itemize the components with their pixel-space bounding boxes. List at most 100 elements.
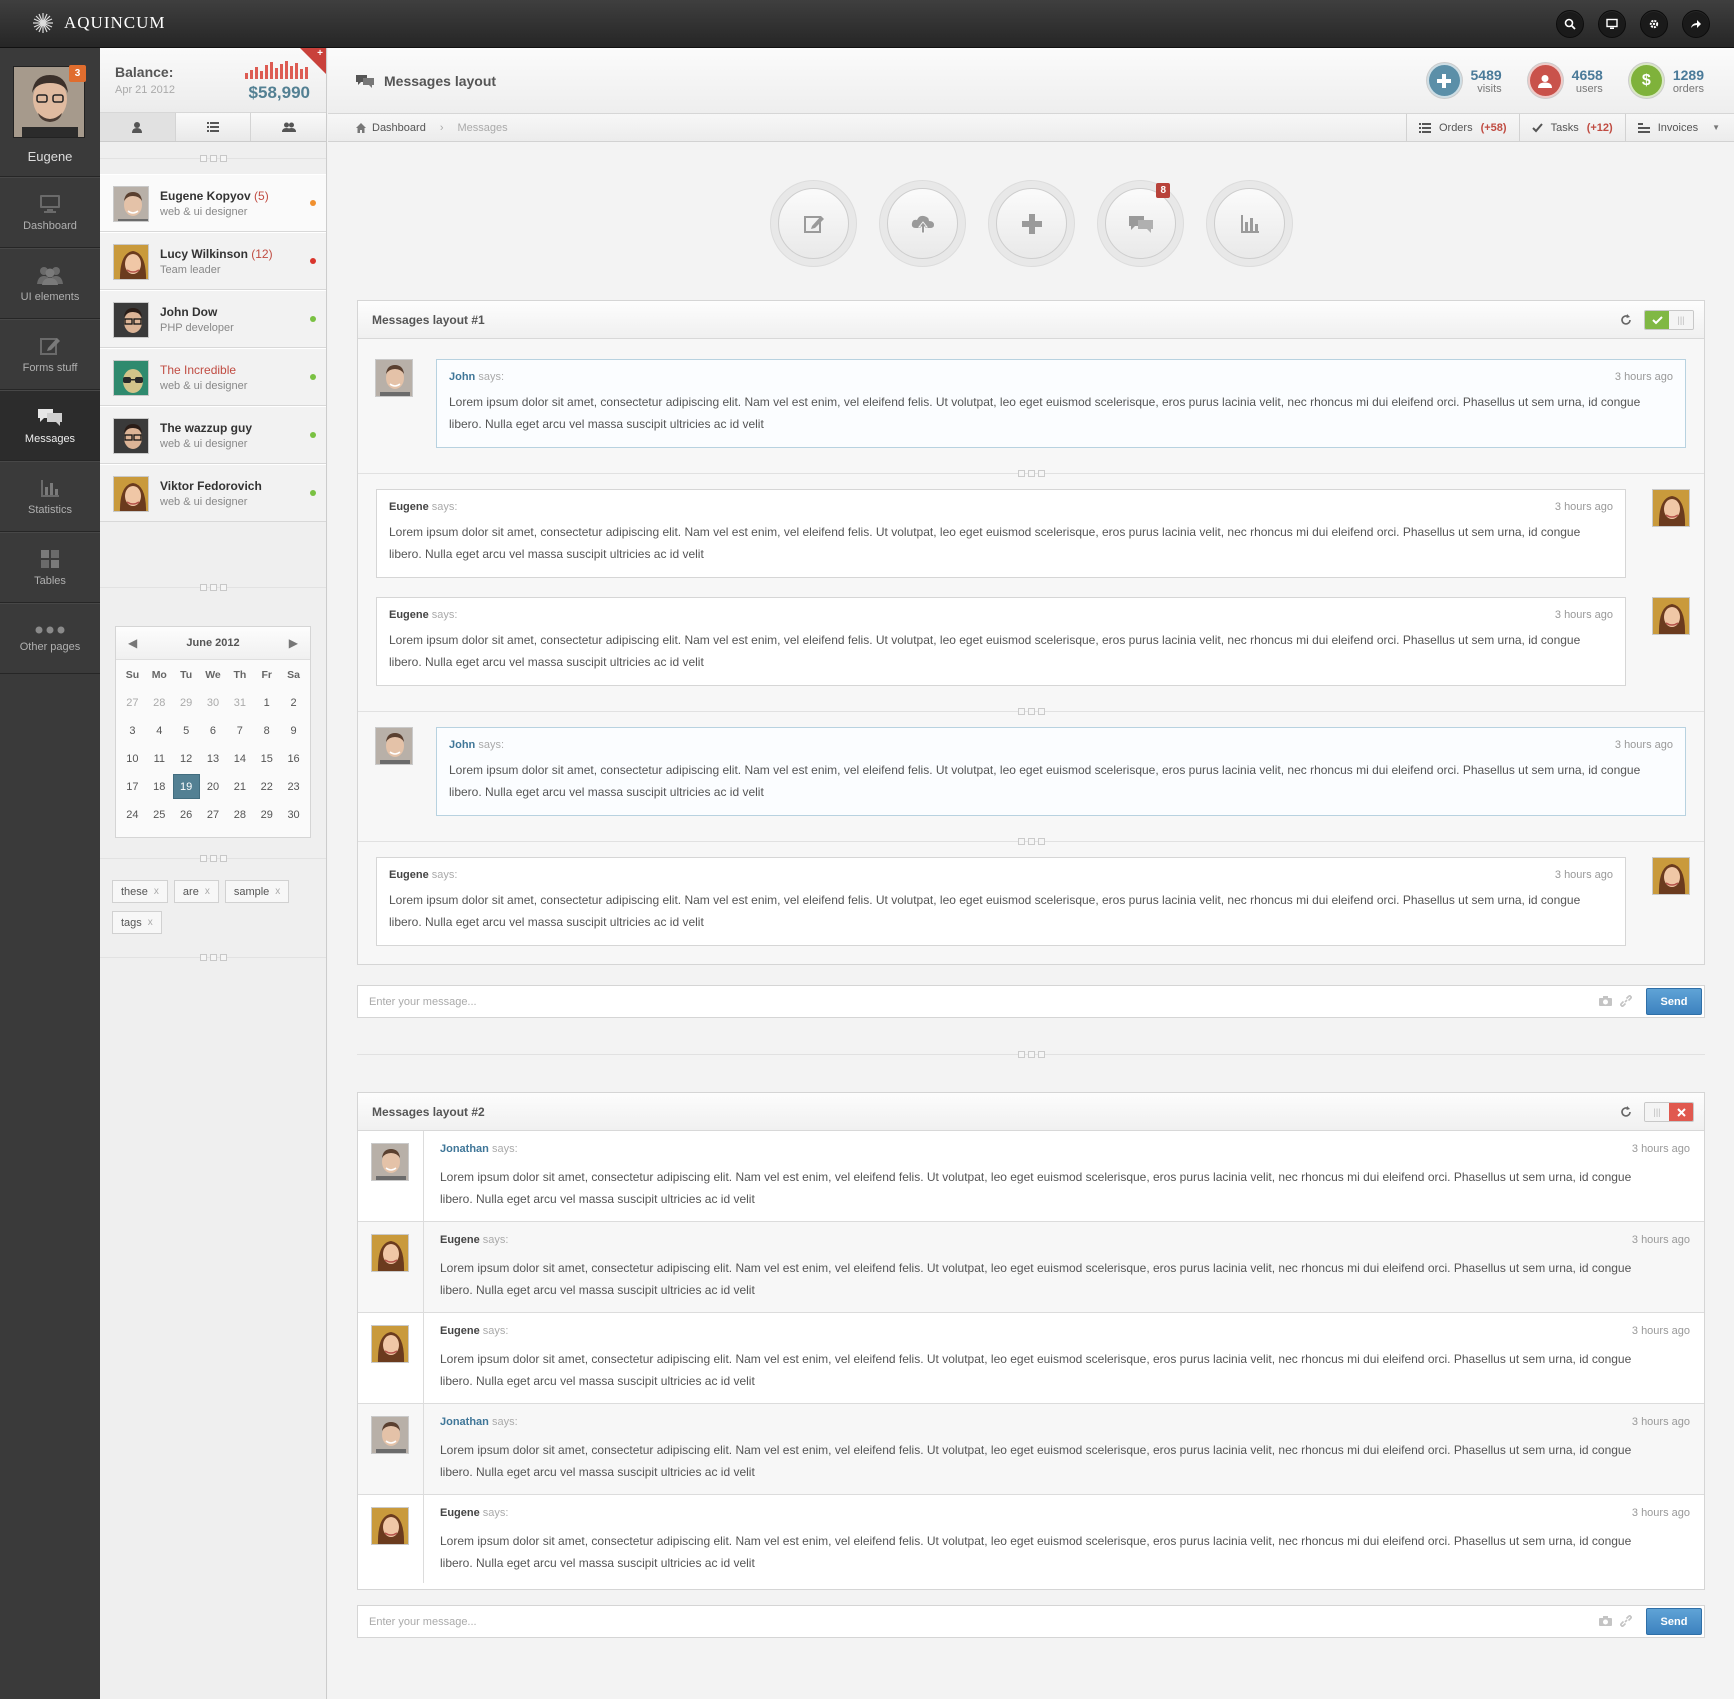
calendar-day[interactable]: 5 <box>173 718 200 743</box>
compose-button[interactable] <box>770 180 857 267</box>
calendar-day[interactable]: 22 <box>253 774 280 799</box>
refresh-icon[interactable] <box>1620 1106 1632 1118</box>
author-name[interactable]: John <box>449 371 475 383</box>
calendar-day[interactable]: 16 <box>280 746 307 771</box>
calendar-day[interactable]: 27 <box>119 690 146 715</box>
author-name[interactable]: Jonathan <box>440 1143 489 1155</box>
calendar-day[interactable]: 7 <box>226 718 253 743</box>
calendar-day[interactable]: 4 <box>146 718 173 743</box>
tab-users[interactable] <box>251 113 326 141</box>
calendar-day[interactable]: 18 <box>146 774 173 799</box>
calendar-day[interactable]: 3 <box>119 718 146 743</box>
link-icon[interactable] <box>1619 994 1633 1010</box>
status-toggle-off[interactable]: ||| <box>1644 1102 1694 1122</box>
tasks-button[interactable]: Tasks (+12) <box>1518 114 1625 141</box>
refresh-icon[interactable] <box>1620 314 1632 326</box>
message-input[interactable] <box>358 1606 1588 1637</box>
calendar-day[interactable]: 9 <box>280 718 307 743</box>
remove-tag-icon[interactable]: x <box>148 917 153 928</box>
author-name[interactable]: Eugene <box>440 1325 480 1337</box>
author-name[interactable]: Eugene <box>440 1507 480 1519</box>
remove-tag-icon[interactable]: x <box>205 886 210 897</box>
camera-icon[interactable] <box>1599 1615 1612 1629</box>
calendar-day[interactable]: 27 <box>200 802 227 827</box>
calendar-day[interactable]: 30 <box>200 690 227 715</box>
search-icon[interactable] <box>1556 10 1584 38</box>
calendar-day[interactable]: 26 <box>173 802 200 827</box>
author-name[interactable]: Eugene <box>440 1234 480 1246</box>
calendar-day[interactable]: 1 <box>253 690 280 715</box>
stat-users[interactable]: 4658 users <box>1527 63 1603 98</box>
calendar-day[interactable]: 11 <box>146 746 173 771</box>
calendar-day[interactable]: 28 <box>146 690 173 715</box>
nav-item-forms[interactable]: Forms stuff <box>0 319 100 390</box>
remove-tag-icon[interactable]: x <box>275 886 280 897</box>
calendar-day[interactable]: 30 <box>280 802 307 827</box>
add-button[interactable] <box>988 180 1075 267</box>
stat-orders[interactable]: $1289 orders <box>1628 63 1704 98</box>
statistics-button[interactable] <box>1206 180 1293 267</box>
avatar[interactable] <box>371 1234 409 1272</box>
calendar-day[interactable]: 21 <box>226 774 253 799</box>
calendar-day[interactable]: 28 <box>226 802 253 827</box>
nav-item-dashboard[interactable]: Dashboard <box>0 177 100 248</box>
avatar[interactable] <box>371 1143 409 1181</box>
calendar-day[interactable]: 31 <box>226 690 253 715</box>
invoices-dropdown[interactable]: Invoices ▼ <box>1624 114 1734 141</box>
gear-icon[interactable] <box>1640 10 1668 38</box>
avatar[interactable] <box>1652 489 1690 527</box>
breadcrumb-home[interactable]: Dashboard <box>372 122 426 134</box>
stat-visits[interactable]: 5489 visits <box>1426 63 1502 98</box>
calendar-day[interactable]: 29 <box>253 802 280 827</box>
calendar-day[interactable]: 29 <box>173 690 200 715</box>
share-icon[interactable] <box>1682 10 1710 38</box>
nav-item-ui-elements[interactable]: UI elements <box>0 248 100 319</box>
calendar-day[interactable]: 2 <box>280 690 307 715</box>
avatar[interactable] <box>371 1416 409 1454</box>
calendar-day[interactable]: 23 <box>280 774 307 799</box>
author-name[interactable]: Jonathan <box>440 1416 489 1428</box>
nav-item-other-pages[interactable]: Other pages <box>0 603 100 674</box>
monitor-icon[interactable] <box>1598 10 1626 38</box>
tab-list[interactable] <box>176 113 252 141</box>
author-name[interactable]: Eugene <box>389 869 429 881</box>
nav-item-messages[interactable]: Messages <box>0 390 100 461</box>
avatar[interactable] <box>371 1507 409 1545</box>
avatar[interactable] <box>1652 597 1690 635</box>
app-logo[interactable]: AQUINCUM <box>32 12 166 34</box>
calendar-day[interactable]: 17 <box>119 774 146 799</box>
calendar-day[interactable]: 24 <box>119 802 146 827</box>
camera-icon[interactable] <box>1599 995 1612 1009</box>
contact-item[interactable]: John Dow PHP developer <box>100 290 326 348</box>
nav-item-statistics[interactable]: Statistics <box>0 461 100 532</box>
calendar-day[interactable]: 14 <box>226 746 253 771</box>
upload-button[interactable] <box>879 180 966 267</box>
contact-item[interactable]: Eugene Kopyov (5) web & ui designer <box>100 174 326 232</box>
message-input[interactable] <box>358 986 1588 1017</box>
tab-user[interactable] <box>100 113 176 141</box>
calendar-day[interactable]: 13 <box>200 746 227 771</box>
send-button[interactable]: Send <box>1646 988 1702 1015</box>
calendar-day[interactable]: 6 <box>200 718 227 743</box>
status-toggle-on[interactable]: ||| <box>1644 310 1694 330</box>
contact-item[interactable]: The wazzup guy web & ui designer <box>100 406 326 464</box>
avatar[interactable] <box>375 359 413 397</box>
orders-button[interactable]: Orders (+58) <box>1405 114 1519 141</box>
contact-item[interactable]: Lucy Wilkinson (12) Team leader <box>100 232 326 290</box>
nav-item-tables[interactable]: Tables <box>0 532 100 603</box>
user-profile[interactable]: 3 Eugene <box>0 48 100 177</box>
messages-button[interactable]: 8 <box>1097 180 1184 267</box>
avatar[interactable] <box>1652 857 1690 895</box>
calendar-day[interactable]: 20 <box>200 774 227 799</box>
avatar[interactable] <box>371 1325 409 1363</box>
calendar-day[interactable]: 19 <box>172 774 200 799</box>
chevron-right-icon[interactable]: ▶ <box>289 636 298 650</box>
calendar-day[interactable]: 12 <box>173 746 200 771</box>
contact-item[interactable]: The Incredible web & ui designer <box>100 348 326 406</box>
author-name[interactable]: Eugene <box>389 501 429 513</box>
calendar-day[interactable]: 10 <box>119 746 146 771</box>
calendar-day[interactable]: 8 <box>253 718 280 743</box>
author-name[interactable]: Eugene <box>389 609 429 621</box>
chevron-left-icon[interactable]: ◀ <box>128 636 137 650</box>
avatar[interactable] <box>375 727 413 765</box>
